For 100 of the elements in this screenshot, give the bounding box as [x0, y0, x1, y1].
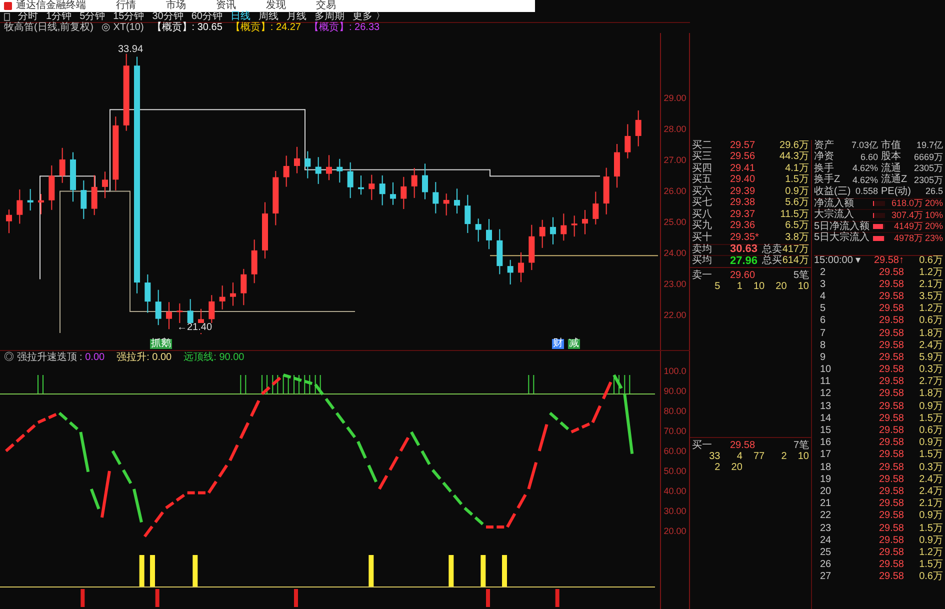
indicator-axis-label: 50.00 — [664, 467, 686, 476]
candlestick — [230, 282, 236, 306]
tick-price: 29.58 — [878, 268, 904, 278]
order-volume: 44.3万 — [778, 152, 809, 162]
tick-volume: 0.9万 — [918, 511, 943, 522]
candlestick — [443, 193, 450, 216]
stat-value: 6669万 — [912, 152, 943, 162]
period-tab[interactable]: 周线 — [258, 12, 278, 22]
tick-price: 29.58 — [878, 352, 904, 363]
stat-label: 换手 — [814, 164, 834, 174]
tick-number: 19 — [819, 474, 832, 485]
queue-order: 10 — [796, 282, 809, 292]
period-tab[interactable]: 分时 — [18, 12, 38, 22]
candlestick — [48, 164, 55, 210]
tick-volume: 1.2万 — [918, 304, 943, 314]
order-level-label: 买三 — [692, 152, 713, 162]
order-volume: 3.8万 — [784, 232, 809, 243]
candlestick — [70, 152, 76, 202]
indicator-axis-label: 40.00 — [664, 487, 686, 496]
period-tab[interactable]: 5分钟 — [80, 12, 106, 22]
candlestick — [539, 219, 546, 248]
tick-number: 3 — [819, 280, 827, 290]
tick-price: 29.58↑ — [872, 256, 904, 266]
flow-label: 净流入额 — [814, 198, 855, 209]
indicator-field: 远顶线: 90.00 — [184, 353, 244, 363]
tick-number: 15 — [819, 426, 832, 436]
price-axis-label: 29.00 — [664, 94, 686, 103]
tick-number: 20 — [819, 486, 832, 497]
stock-name: 牧高笛(日线,前复权) — [4, 23, 94, 33]
candlestick — [347, 162, 354, 199]
period-tab[interactable]: 多周期 — [314, 12, 344, 22]
tick-volume: 0.6万 — [918, 256, 943, 266]
indicator-axis-label: 60.00 — [664, 447, 686, 456]
order-price: 29.56 — [730, 152, 756, 162]
price-axis-label: 22.00 — [664, 311, 686, 320]
tick-price: 29.58 — [878, 414, 904, 424]
queue-order: 20 — [774, 282, 787, 292]
candlestick — [486, 218, 492, 250]
tick-price: 29.58 — [878, 438, 904, 448]
order-volume: 29.6万 — [778, 140, 809, 151]
candlestick — [283, 155, 290, 188]
period-tab[interactable]: 更多 〉 — [352, 12, 386, 22]
stat-label: 市值 — [881, 140, 902, 151]
candlestick — [38, 194, 44, 215]
order-volume: 11.5万 — [779, 210, 809, 220]
period-tab[interactable]: 月线 — [286, 12, 306, 22]
queue-order: 77 — [752, 452, 765, 462]
order-volume: 0.9万 — [784, 186, 809, 197]
indicator-field: 强拉升: 0.00 — [116, 353, 172, 363]
period-tab[interactable]: 1分钟 — [46, 12, 72, 22]
period-tab[interactable]: 60分钟 — [191, 12, 222, 22]
menu-item[interactable]: 资讯 — [216, 0, 236, 12]
indicator-axis-label: 70.00 — [664, 427, 686, 436]
tick-price: 29.58 — [878, 426, 904, 436]
tick-volume: 2.4万 — [918, 486, 943, 497]
menu-item[interactable]: 发现 — [266, 0, 286, 12]
period-tab[interactable]: 日线 — [230, 12, 250, 22]
average-label: 买均 — [692, 256, 713, 266]
order-volume: 4.1万 — [784, 164, 809, 174]
order-price: 29.39 — [730, 186, 756, 197]
order-level-label: 买四 — [692, 164, 713, 174]
candlestick — [507, 259, 514, 285]
tick-price: 29.58 — [878, 402, 904, 412]
tick-price: 29.58 — [878, 280, 904, 290]
tick-volume: 1.8万 — [918, 328, 943, 339]
period-tab[interactable]: 15分钟 — [113, 12, 144, 22]
tick-volume: 2.4万 — [918, 340, 943, 351]
stat-value: 4.62% — [851, 176, 878, 185]
order-level-label: 买二 — [692, 140, 713, 151]
candlestick — [27, 188, 34, 211]
tick-price: 29.58 — [878, 548, 904, 558]
tick-number: 8 — [819, 340, 827, 351]
order-price: 29.41 — [730, 164, 756, 174]
order-level-label: 买九 — [692, 221, 713, 232]
candlestick — [144, 274, 151, 314]
period-tab[interactable]: 30分钟 — [152, 12, 184, 22]
stat-value: 26.5 — [924, 187, 943, 196]
candlestick — [294, 146, 300, 174]
tick-number: 21 — [819, 499, 832, 510]
candlestick — [432, 182, 439, 214]
candlestick — [592, 191, 599, 225]
total-label: 总卖 — [762, 244, 782, 255]
tick-time[interactable]: 15:00:00 ▾ — [814, 256, 866, 266]
total-label: 总买 — [762, 256, 782, 266]
tick-volume: 0.6万 — [918, 426, 943, 436]
queue-order: 1 — [736, 282, 742, 292]
tick-price: 29.58 — [878, 377, 904, 388]
candlestick — [176, 302, 183, 324]
candlestick — [582, 209, 588, 235]
candlestick — [422, 163, 428, 200]
candlestick — [59, 147, 66, 184]
signal-label: 减 — [568, 339, 580, 349]
tick-volume: 2.1万 — [918, 280, 943, 290]
menu-item[interactable]: 行情 — [116, 0, 136, 12]
order-price: 29.37 — [730, 210, 756, 220]
tick-number: 12 — [819, 389, 832, 400]
candlestick — [571, 215, 578, 238]
stat-value: 19.7亿 — [915, 141, 943, 150]
indicator-name: ◎ XT(10) — [101, 23, 144, 33]
candlestick — [16, 188, 23, 224]
